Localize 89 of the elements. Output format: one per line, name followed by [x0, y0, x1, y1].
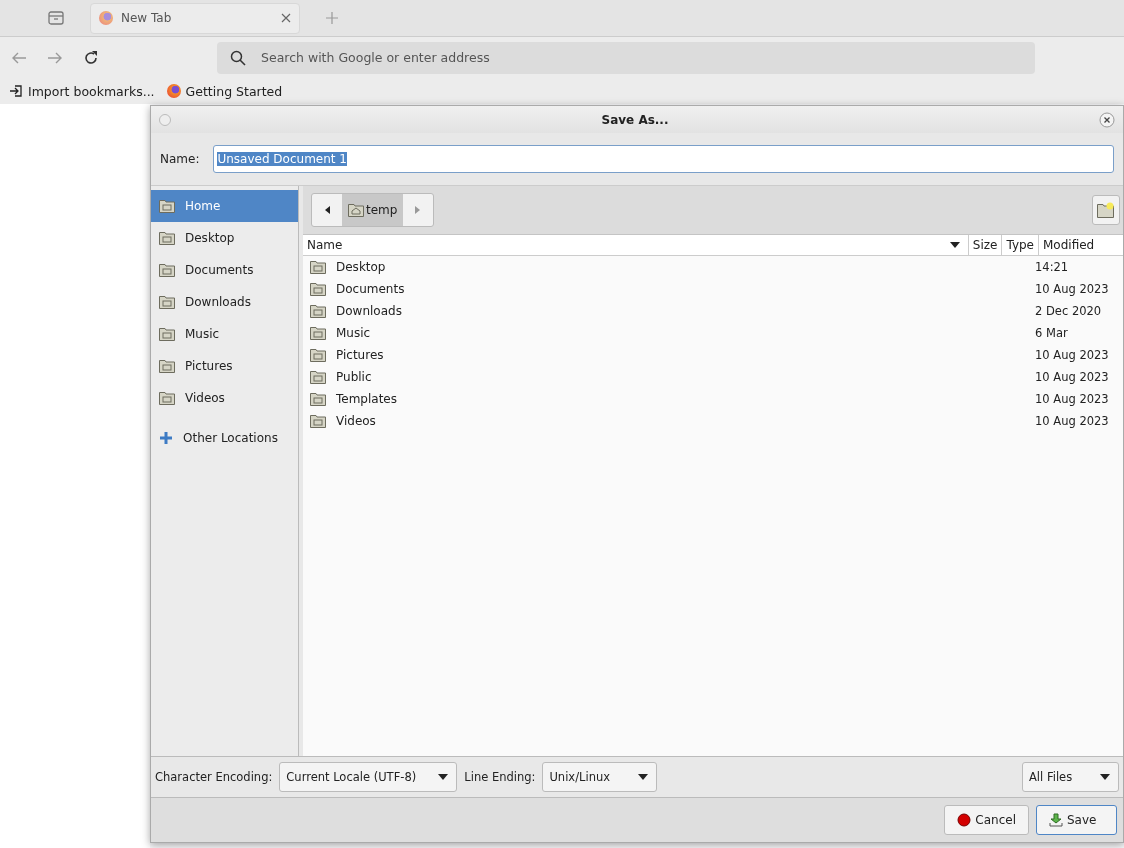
dialog-title: Save As... [601, 112, 669, 127]
folder-icon [310, 414, 326, 428]
sidebar-item[interactable]: Videos [151, 382, 298, 414]
column-header[interactable]: Modified [1039, 235, 1123, 255]
folder-icon [310, 282, 326, 296]
file-name: Desktop [336, 260, 386, 274]
file-row[interactable]: Music 6 Mar [303, 322, 1123, 344]
new-folder-button[interactable] [1092, 195, 1120, 225]
encoding-label: Character Encoding: [155, 770, 273, 784]
file-row[interactable]: Downloads 2 Dec 2020 [303, 300, 1123, 322]
new-folder-icon [1097, 202, 1115, 218]
browser-logo-icon [166, 84, 181, 98]
column-header[interactable]: Size [968, 235, 1003, 255]
path-button[interactable]: temp [342, 194, 404, 226]
file-row[interactable]: Documents 10 Aug 2023 [303, 278, 1123, 300]
browser-tab[interactable]: New Tab [90, 2, 300, 34]
folder-icon [310, 260, 326, 274]
file-row[interactable]: Templates 10 Aug 2023 [303, 388, 1123, 410]
tab-list-icon[interactable] [48, 11, 64, 25]
folder-icon [159, 199, 175, 213]
folder-icon [159, 327, 175, 341]
address-bar[interactable]: Search with Google or enter address [217, 41, 1035, 74]
modified-date: 10 Aug 2023 [1035, 370, 1110, 384]
sidebar-item[interactable]: Desktop [151, 222, 298, 254]
new-tab-icon[interactable] [326, 12, 338, 24]
folder-icon [159, 263, 175, 277]
forward-icon[interactable] [47, 50, 63, 65]
close-icon[interactable] [1099, 111, 1115, 128]
file-type-dropdown[interactable]: All Files [1022, 762, 1119, 792]
sidebar-item[interactable]: Pictures [151, 350, 298, 382]
sidebar-item[interactable]: Downloads [151, 286, 298, 318]
bookmark-item[interactable]: Getting Started [166, 83, 283, 99]
folder-icon [310, 326, 326, 340]
file-name: Pictures [336, 348, 384, 362]
modified-date: 10 Aug 2023 [1035, 392, 1110, 406]
import-icon [9, 84, 23, 98]
sidebar-item[interactable]: Music [151, 318, 298, 350]
modified-date: 6 Mar [1035, 326, 1069, 340]
file-name: Music [336, 326, 371, 340]
column-header[interactable]: Type [1002, 235, 1039, 255]
save-button[interactable]: Save [1036, 805, 1117, 835]
file-name: Documents [336, 282, 405, 296]
folder-icon [310, 348, 326, 362]
encoding-dropdown[interactable]: Current Locale (UTF-8) [279, 762, 458, 792]
file-row[interactable]: Videos 10 Aug 2023 [303, 410, 1123, 432]
folder-icon [159, 391, 175, 405]
folder-icon [310, 392, 326, 406]
stop-icon [957, 813, 972, 827]
reload-icon[interactable] [83, 49, 99, 66]
modified-date: 10 Aug 2023 [1035, 414, 1110, 428]
file-row[interactable]: Pictures 10 Aug 2023 [303, 344, 1123, 366]
close-icon[interactable] [281, 13, 291, 23]
file-name: Templates [336, 392, 397, 406]
column-header[interactable]: Name [303, 235, 969, 255]
name-field[interactable]: Unsaved Document 1 [213, 145, 1114, 173]
dropdown-icon [1100, 774, 1110, 780]
file-name: Public [336, 370, 372, 384]
line-ending-dropdown[interactable]: Unix/Linux [542, 762, 658, 792]
window-control-icon[interactable] [159, 113, 171, 126]
search-icon [230, 49, 246, 66]
dropdown-icon [638, 774, 649, 780]
folder-icon [159, 231, 175, 245]
download-icon [1049, 813, 1063, 827]
sidebar-item[interactable]: Other Locations [151, 422, 298, 454]
bookmark-item[interactable]: Import bookmarks... [9, 83, 155, 99]
file-name: Videos [336, 414, 376, 428]
plus-icon [159, 431, 173, 445]
home-folder-icon [348, 203, 364, 217]
modified-date: 10 Aug 2023 [1035, 282, 1110, 296]
sidebar-item[interactable]: Home [151, 190, 298, 222]
folder-icon [159, 359, 175, 373]
tab-title: New Tab [121, 11, 173, 25]
modified-date: 10 Aug 2023 [1035, 348, 1110, 362]
browser-logo-icon [99, 11, 113, 25]
folder-icon [159, 295, 175, 309]
name-label: Name: [160, 152, 200, 166]
line-ending-label: Line Ending: [464, 770, 536, 784]
folder-icon [310, 370, 326, 384]
file-row[interactable]: Public 10 Aug 2023 [303, 366, 1123, 388]
back-icon[interactable] [11, 50, 27, 65]
file-name: Downloads [336, 304, 402, 318]
modified-date: 2 Dec 2020 [1035, 304, 1103, 318]
cancel-button[interactable]: Cancel [944, 805, 1029, 835]
dropdown-icon [438, 774, 449, 780]
modified-date: 14:21 [1035, 260, 1070, 274]
sidebar-item[interactable]: Documents [151, 254, 298, 286]
folder-icon [310, 304, 326, 318]
file-row[interactable]: Desktop 14:21 [303, 256, 1123, 278]
sort-icon [949, 242, 960, 248]
